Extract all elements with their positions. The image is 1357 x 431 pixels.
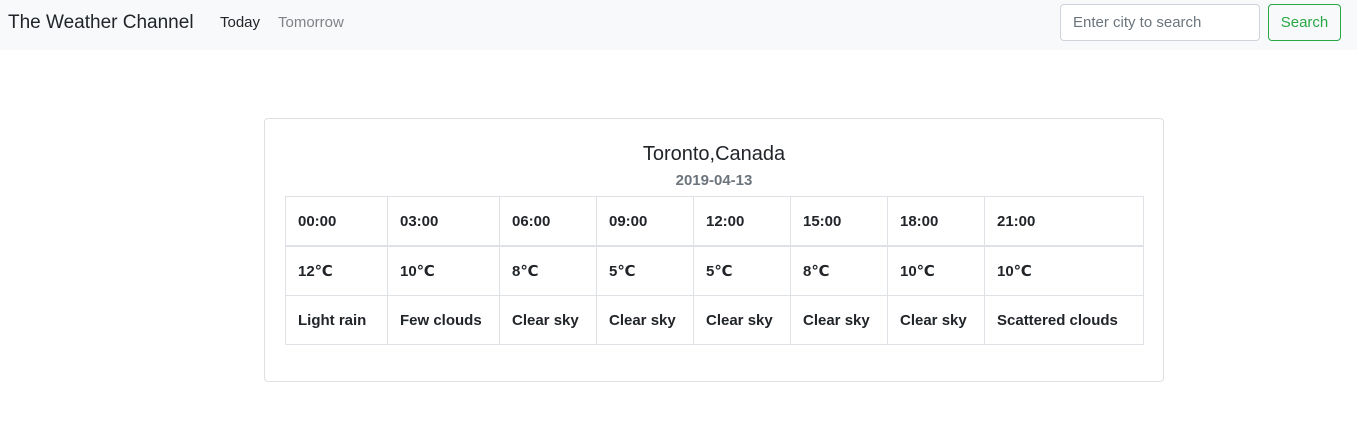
temperature-cell: 5℃: [596, 245, 694, 296]
condition-cell: Light rain: [285, 295, 388, 345]
condition-cell: Clear sky: [790, 295, 888, 345]
forecast-date: 2019-04-13: [675, 172, 753, 189]
condition-cell: Clear sky: [693, 295, 791, 345]
navbar: The Weather Channel Today Tomorrow Searc…: [0, 0, 1357, 50]
temperature-cell: 5℃: [693, 245, 791, 296]
condition-cell: Clear sky: [887, 295, 985, 345]
time-cell: 15:00: [790, 196, 888, 247]
nav-today-link[interactable]: Today: [220, 13, 260, 33]
time-cell: 06:00: [499, 196, 597, 247]
condition-cell: Scattered clouds: [984, 295, 1144, 345]
temperature-row: 12℃ 10℃ 8℃ 5℃ 5℃ 8℃ 10℃ 10℃: [285, 245, 1144, 296]
condition-cell: Clear sky: [499, 295, 597, 345]
city-search-input[interactable]: [1060, 4, 1260, 41]
temperature-cell: 10℃: [984, 245, 1144, 296]
temperature-cell: 12℃: [285, 245, 388, 296]
time-cell: 21:00: [984, 196, 1144, 247]
nav-tomorrow-link[interactable]: Tomorrow: [278, 13, 344, 33]
time-cell: 12:00: [693, 196, 791, 247]
time-cell: 00:00: [285, 196, 388, 247]
temperature-cell: 8℃: [499, 245, 597, 296]
temperature-cell: 10℃: [387, 245, 500, 296]
forecast-table: 00:00 03:00 06:00 09:00 12:00 15:00 18:0…: [285, 196, 1144, 345]
condition-cell: Few clouds: [387, 295, 500, 345]
forecast-card: Toronto,Canada 2019-04-13 00:00 03:00 06…: [264, 118, 1164, 382]
temperature-cell: 8℃: [790, 245, 888, 296]
search-button[interactable]: Search: [1268, 4, 1341, 41]
temperature-cell: 10℃: [887, 245, 985, 296]
time-cell: 18:00: [887, 196, 985, 247]
condition-cell: Clear sky: [596, 295, 694, 345]
condition-row: Light rain Few clouds Clear sky Clear sk…: [285, 295, 1144, 345]
time-row: 00:00 03:00 06:00 09:00 12:00 15:00 18:0…: [285, 196, 1144, 247]
time-cell: 03:00: [387, 196, 500, 247]
brand-link[interactable]: The Weather Channel: [8, 11, 194, 35]
city-title: Toronto,Canada: [642, 143, 786, 165]
time-cell: 09:00: [596, 196, 694, 247]
